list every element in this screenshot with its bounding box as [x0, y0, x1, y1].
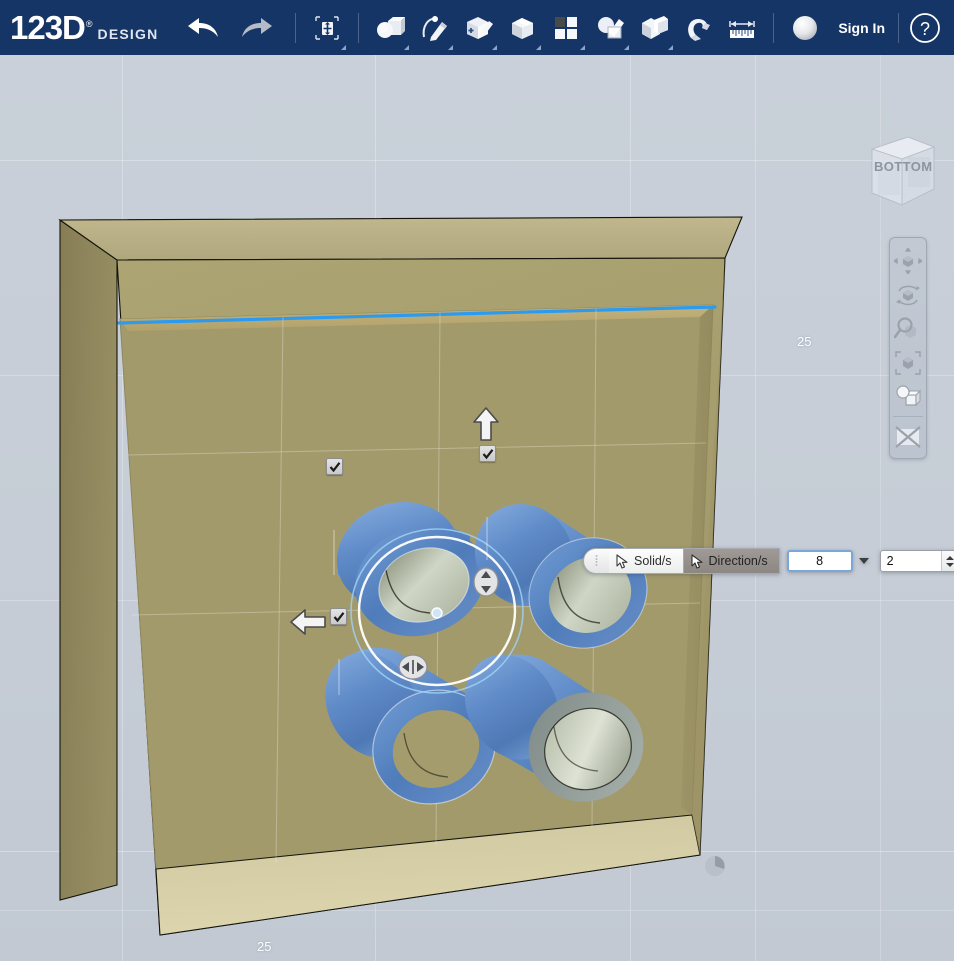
check-icon	[333, 611, 344, 622]
pan-tool[interactable]	[891, 244, 925, 278]
direction-checkbox-left-lower[interactable]	[330, 608, 347, 625]
direction-arrow-up[interactable]	[471, 405, 501, 448]
direction-checkbox-left-upper[interactable]	[326, 458, 343, 475]
snap-tool[interactable]	[676, 5, 720, 51]
direction-arrow-left[interactable]	[288, 607, 328, 642]
logo-trademark: ®	[85, 19, 93, 29]
vertical-drag-handle[interactable]	[472, 567, 500, 602]
toolbar-divider	[773, 12, 775, 43]
sign-in-button[interactable]: Sign In	[838, 20, 885, 36]
top-toolbar: 123D ® DESIGN Sign In ?	[0, 0, 954, 55]
cursor-icon	[690, 553, 703, 569]
chevron-down-icon	[536, 44, 542, 50]
origin-grip-marker	[705, 856, 725, 876]
toolbar-divider	[898, 12, 899, 43]
help-button[interactable]: ?	[908, 11, 942, 45]
measure-tool[interactable]	[720, 5, 764, 51]
grouping-tool[interactable]	[588, 5, 632, 51]
toolbar-divider	[358, 12, 360, 43]
cursor-icon	[616, 553, 628, 569]
solids-selector-chip[interactable]: Solid/s	[609, 548, 684, 574]
redo-button[interactable]	[230, 14, 286, 42]
view-tool[interactable]	[891, 380, 925, 414]
check-icon	[329, 461, 340, 472]
chevron-down-icon	[492, 44, 498, 50]
navbar-divider	[893, 416, 923, 417]
chevron-down-icon	[858, 558, 869, 564]
chevron-down-icon	[624, 44, 630, 50]
check-icon	[482, 448, 493, 459]
modify-tool[interactable]	[500, 5, 544, 51]
directions-chip-label: Direction/s	[708, 554, 768, 568]
model-geometry[interactable]	[0, 55, 954, 961]
stepper-up-icon	[946, 555, 954, 560]
spacing-stepper-arrows[interactable]	[940, 551, 954, 571]
orbit-tool[interactable]	[891, 278, 925, 312]
chevron-down-icon	[580, 44, 586, 50]
logo-text: 123D	[10, 9, 86, 46]
logo-subtext: DESIGN	[97, 26, 159, 42]
view-cube[interactable]: BOTTOM	[858, 127, 942, 215]
undo-button[interactable]	[174, 14, 230, 42]
transform-tool[interactable]	[305, 5, 349, 51]
count-dropdown-button[interactable]	[853, 550, 875, 572]
chevron-down-icon	[448, 44, 454, 50]
svg-text:?: ?	[920, 19, 930, 39]
fit-tool[interactable]	[891, 346, 925, 380]
command-bar[interactable]: Solid/s Direction/s 8 2	[583, 548, 954, 574]
toolbar-divider	[295, 12, 297, 43]
count-input[interactable]: 8	[786, 550, 853, 572]
viewport-canvas[interactable]: 25 25 BOTTOM Solid/s Direction/s 8 2	[0, 55, 954, 961]
primitives-tool[interactable]	[368, 5, 412, 51]
construct-tool[interactable]	[456, 5, 500, 51]
undo-redo-group	[174, 14, 286, 42]
combine-tool[interactable]	[632, 5, 676, 51]
command-bar-drag-grip[interactable]	[583, 548, 609, 574]
chevron-down-icon	[668, 44, 674, 50]
navigation-bar	[889, 237, 927, 459]
hide-tool[interactable]	[891, 419, 925, 455]
directions-selector-chip[interactable]: Direction/s	[683, 548, 780, 574]
chevron-down-icon	[404, 44, 410, 50]
chevron-down-icon	[341, 44, 347, 50]
material-swatch-button[interactable]	[783, 5, 827, 51]
app-logo: 123D ® DESIGN	[10, 11, 158, 44]
app-root: 123D ® DESIGN Sign In ? 25 25 BOTTOM Sol…	[0, 0, 954, 961]
solids-chip-label: Solid/s	[634, 554, 672, 568]
sketch-tool[interactable]	[412, 5, 456, 51]
zoom-tool[interactable]	[891, 312, 925, 346]
spacing-input[interactable]: 2	[881, 554, 941, 568]
stepper-down-icon	[946, 562, 954, 567]
grip-dots-icon	[595, 555, 598, 566]
pattern-tool[interactable]	[544, 5, 588, 51]
spacing-stepper[interactable]: 2	[879, 550, 954, 572]
horizontal-drag-handle[interactable]	[398, 653, 428, 686]
